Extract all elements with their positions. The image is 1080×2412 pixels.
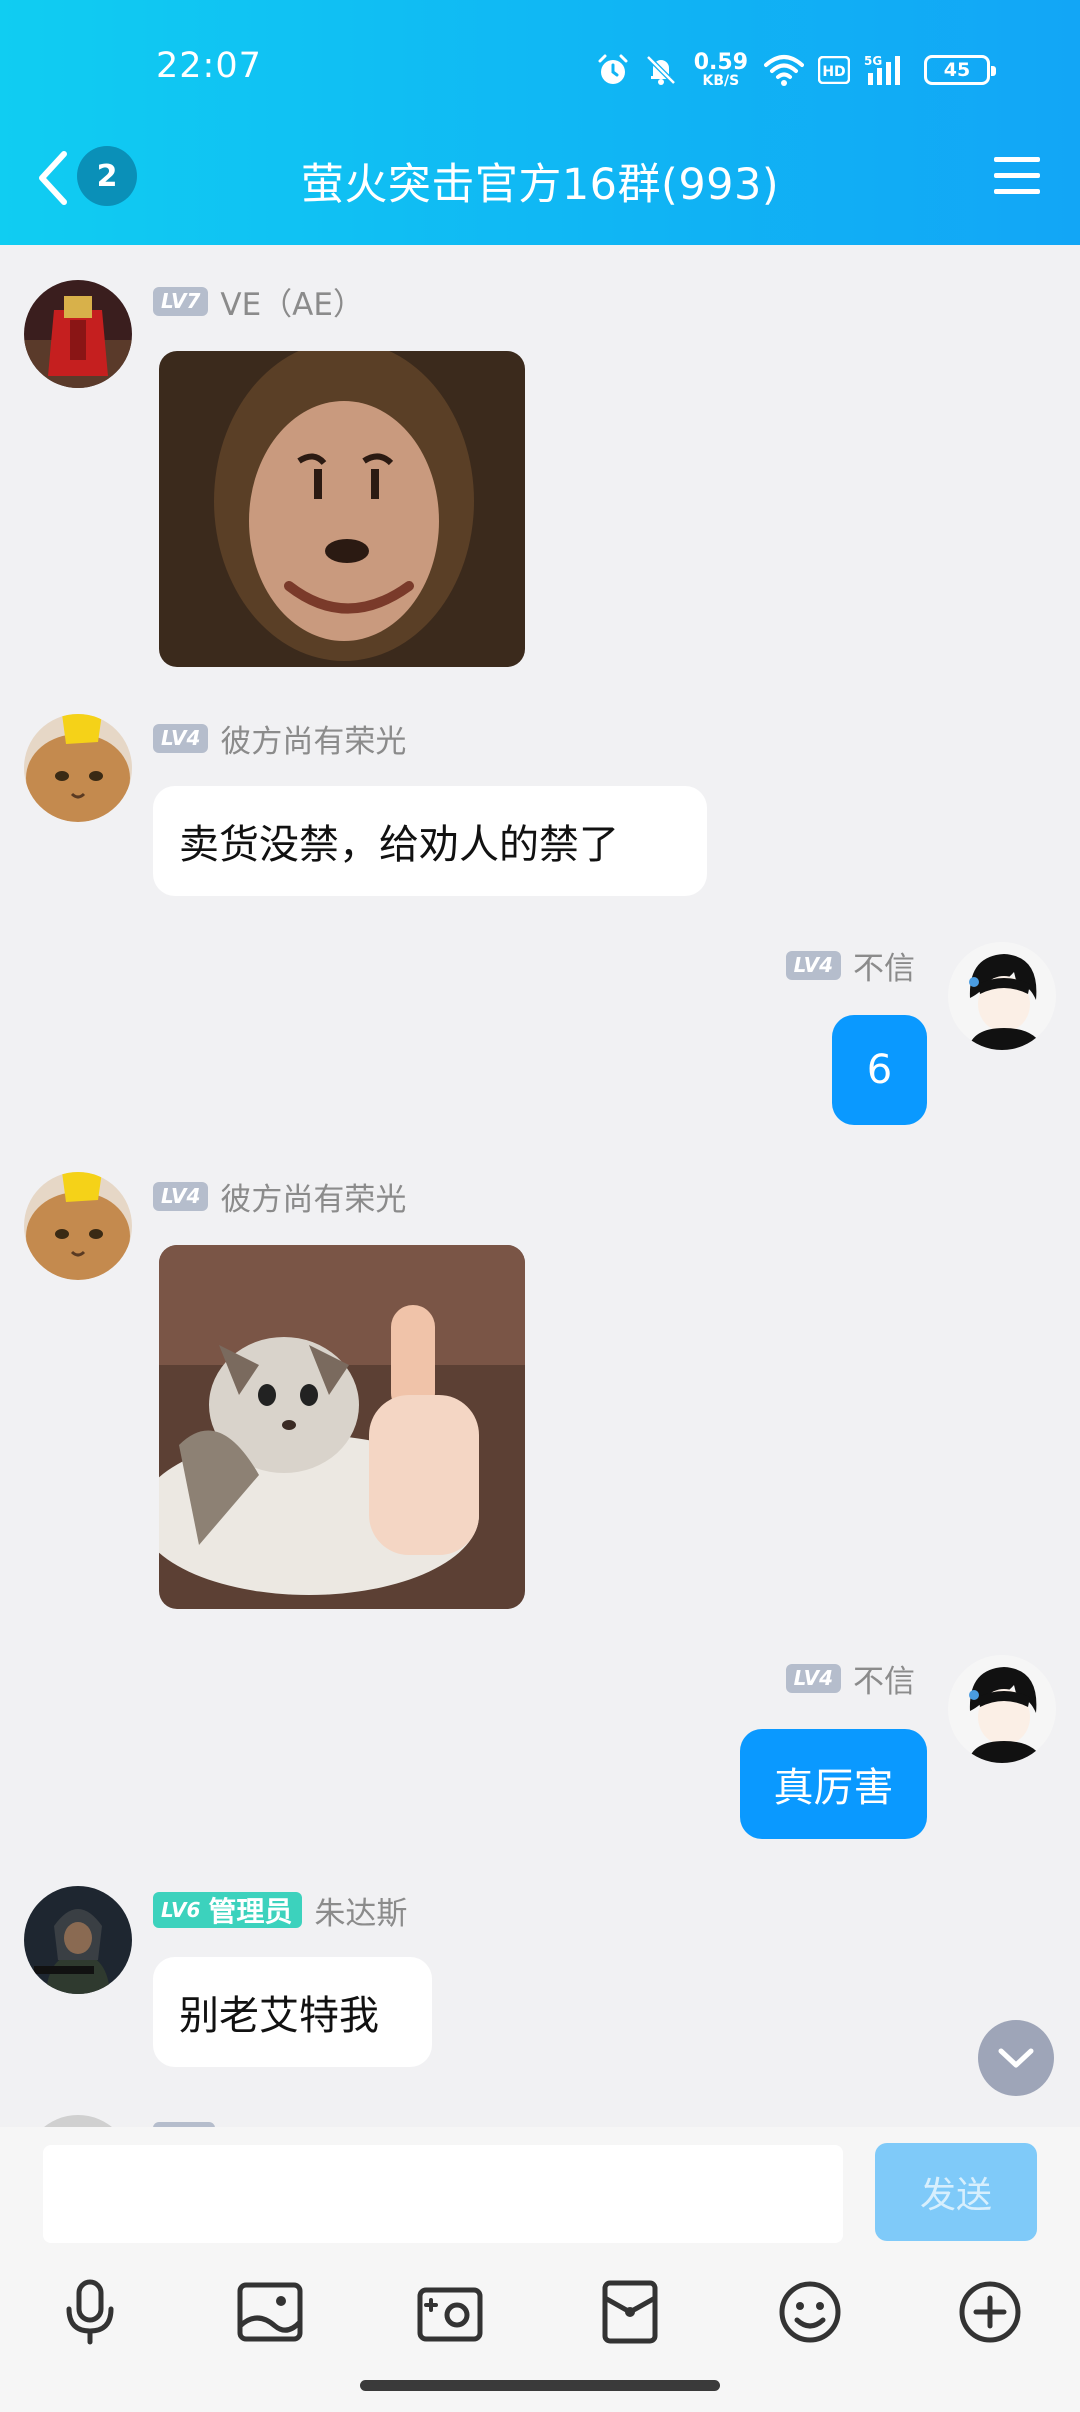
- sender-name[interactable]: 彼方尚有荣光: [220, 1174, 406, 1219]
- emoji-icon: [779, 2281, 841, 2343]
- text-message[interactable]: 别老艾特我: [153, 1957, 432, 2067]
- sender-row: LV6 管理员 朱达斯: [153, 1888, 407, 1933]
- battery-indicator: 45: [924, 55, 996, 85]
- message-input[interactable]: [43, 2145, 843, 2243]
- menu-button[interactable]: [992, 154, 1042, 198]
- level-badge: LV4: [785, 1663, 841, 1693]
- admin-badge: LV6 管理员: [153, 1892, 303, 1928]
- message-list[interactable]: LV7 VE（AE） LV4 彼方尚有荣光 卖货没禁，给劝人的禁了 LV4 不信…: [0, 245, 1080, 2127]
- sender-name[interactable]: 不信: [853, 943, 915, 988]
- avatar[interactable]: [24, 1172, 132, 1280]
- scroll-to-bottom-button[interactable]: [978, 2020, 1054, 2096]
- level-badge: LV4: [153, 723, 209, 753]
- photo-button[interactable]: [225, 2267, 315, 2357]
- sender-name[interactable]: VE（AE）: [220, 279, 364, 324]
- chevron-down-icon: [998, 2048, 1034, 2068]
- chat-header: 22:07 0.59 KB/S HD 5G 45 2 萤火突击官方16群(993…: [0, 0, 1080, 245]
- level-badge: LV4: [153, 1181, 209, 1211]
- net-speed: 0.59 KB/S: [693, 50, 748, 89]
- level-badge: LV4: [785, 950, 841, 980]
- camera-button[interactable]: [405, 2267, 495, 2357]
- send-button[interactable]: 发送: [875, 2143, 1037, 2241]
- avatar[interactable]: [24, 2115, 132, 2127]
- sender-row: LV7 VE（AE）: [153, 279, 364, 324]
- avatar[interactable]: [24, 280, 132, 388]
- input-area: 发送: [0, 2127, 1080, 2412]
- image-message[interactable]: [159, 351, 525, 667]
- red-packet-button[interactable]: [585, 2267, 675, 2357]
- input-toolbar: [0, 2267, 1080, 2357]
- hd-icon: HD: [818, 56, 850, 84]
- net-speed-unit: KB/S: [702, 73, 740, 89]
- voice-button[interactable]: [45, 2267, 135, 2357]
- battery-level: 45: [943, 59, 971, 81]
- svg-text:HD: HD: [822, 64, 845, 80]
- admin-role-label: 管理员: [208, 1895, 293, 1928]
- sender-name[interactable]: 不信: [853, 1656, 915, 1701]
- microphone-icon: [66, 2279, 114, 2345]
- more-button[interactable]: [945, 2267, 1035, 2357]
- level-badge: LV7: [153, 286, 209, 316]
- svg-text:5G: 5G: [864, 54, 882, 68]
- text-message[interactable]: 6: [832, 1015, 927, 1125]
- sender-row: LV4 彼方尚有荣光: [153, 1174, 406, 1219]
- avatar[interactable]: [948, 1655, 1056, 1763]
- avatar[interactable]: [24, 1886, 132, 1994]
- emoji-button[interactable]: [765, 2267, 855, 2357]
- image-message[interactable]: [159, 1245, 525, 1609]
- nav-bar: 2 萤火突击官方16群(993): [0, 140, 1080, 245]
- red-packet-icon: [602, 2280, 658, 2344]
- photo-icon: [237, 2282, 303, 2342]
- sender-row: LV4 彼方尚有荣光: [153, 716, 406, 761]
- wifi-icon: [764, 55, 804, 86]
- text-message[interactable]: 真厉害: [740, 1729, 927, 1839]
- plus-icon: [959, 2281, 1021, 2343]
- alarm-icon: [598, 54, 628, 84]
- status-icons: 0.59 KB/S HD 5G 45: [596, 48, 996, 92]
- sender-name[interactable]: 朱达斯: [314, 1888, 407, 1933]
- level-badge: LV6: [161, 1898, 201, 1922]
- status-bar: 22:07 0.59 KB/S HD 5G 45: [0, 0, 1080, 140]
- sender-row: LV4 不信: [785, 943, 915, 988]
- hamburger-menu-icon: [994, 157, 1040, 194]
- mute-bell-icon: [645, 55, 676, 85]
- home-indicator[interactable]: [360, 2380, 720, 2391]
- net-speed-value: 0.59: [693, 50, 748, 75]
- chat-title: 萤火突击官方16群(993): [300, 160, 780, 210]
- 5g-signal-icon: 5G: [864, 54, 900, 85]
- camera-icon: [417, 2287, 483, 2342]
- sender-name[interactable]: 彼方尚有荣光: [220, 716, 406, 761]
- text-message[interactable]: 卖货没禁，给劝人的禁了: [153, 786, 707, 896]
- status-time: 22:07: [156, 46, 262, 86]
- avatar[interactable]: [24, 714, 132, 822]
- avatar[interactable]: [948, 942, 1056, 1050]
- sender-row: LV4 不信: [785, 1656, 915, 1701]
